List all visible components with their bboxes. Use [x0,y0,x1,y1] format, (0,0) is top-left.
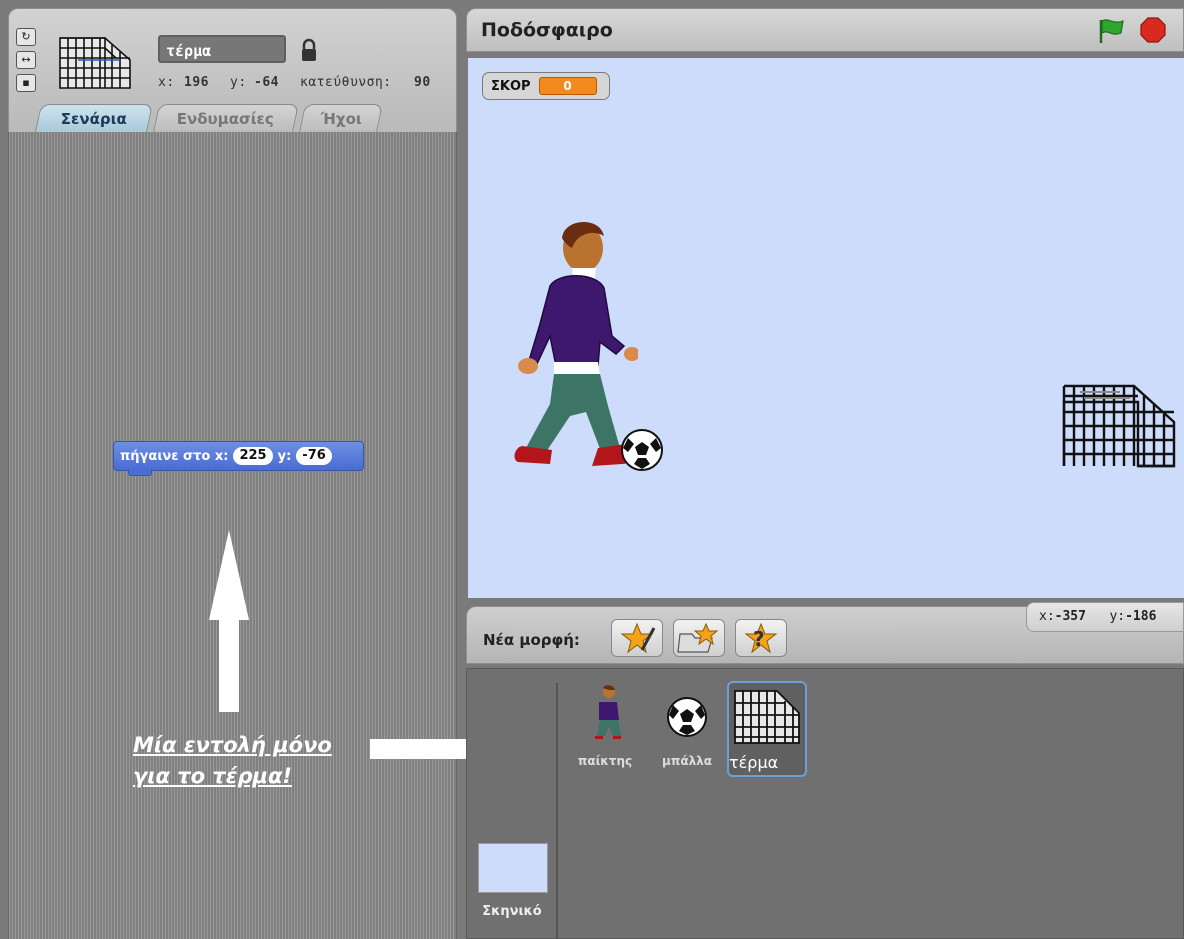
project-title: Ποδόσφαιρο [481,19,613,41]
sprite-y-label: y: [230,75,247,90]
surprise-sprite-icon: ? [744,622,778,654]
tab-sounds-label: Ήχοι [320,110,362,128]
mouse-y-label: y: [1109,609,1126,624]
corral-divider [556,683,558,939]
stage-backdrop-label: Σκηνικό [482,904,542,919]
mouse-x-value: -357 [1054,609,1086,624]
sprite-tile-ball[interactable]: μπάλλα [651,684,723,774]
green-flag-icon[interactable] [1095,17,1127,45]
tab-costumes-label: Ενδυμασίες [177,110,275,128]
ball-sprite[interactable] [620,428,664,472]
stage-backdrop-thumbnail[interactable] [478,843,548,893]
rotate-icon[interactable]: ↻ [16,28,36,46]
tab-scripts-label: Σενάρια [60,110,127,128]
stop-icon[interactable] [1139,16,1167,44]
annotation-note: Μία εντολή μόνο για το τέρμα! [133,730,363,788]
sprite-direction-label: κατεύθυνση: [300,75,392,90]
choose-sprite-icon [677,622,719,653]
flip-icon[interactable]: ↔ [16,51,36,69]
sprite-direction-value: 90 [414,75,431,90]
stage[interactable]: ΣΚΟΡ 0 [468,58,1184,598]
paint-sprite-button[interactable] [611,619,663,657]
no-rotate-icon[interactable]: ▪ [16,74,36,92]
arrow-up-icon [209,530,249,712]
goto-xy-block[interactable]: πήγαινε στο x: 225 y: -76 [113,441,364,476]
goto-x-input[interactable]: 225 [233,447,273,465]
sprite-tile-player[interactable]: παίκτης [569,684,641,774]
mouse-position-readout: x:-357 y:-186 [1026,602,1184,632]
annotation-line-1: Μία εντολή μόνο [133,733,332,757]
lock-icon[interactable] [300,38,318,62]
tab-costumes[interactable]: Ενδυμασίες [153,104,299,132]
goal-sprite[interactable] [1060,382,1178,470]
sprite-x-label: x: [158,75,175,90]
choose-sprite-button[interactable] [673,619,725,657]
paint-sprite-icon [620,622,656,654]
goal-thumbnail [734,690,800,744]
player-thumbnail [595,685,621,739]
goto-block-prefix: πήγαινε στο x: [120,448,229,464]
annotation-line-2: για το τέρμα! [133,764,292,788]
new-sprite-label: Νέα μορφή: [483,631,580,649]
goto-block-mid: y: [277,448,292,464]
sprite-x-value: 196 [184,75,209,90]
score-value: 0 [538,77,597,95]
goto-y-input[interactable]: -76 [296,447,332,465]
svg-text:?: ? [753,627,765,651]
sprite-tile-player-label: παίκτης [577,754,633,768]
sprite-tile-goal-label: τέρμα [729,753,779,772]
player-sprite[interactable] [488,216,638,482]
mouse-x-label: x: [1039,609,1055,624]
score-monitor[interactable]: ΣΚΟΡ 0 [482,72,610,100]
score-label: ΣΚΟΡ [491,78,531,94]
sprite-name-field[interactable]: τέρμα [158,35,286,63]
stage-header: Ποδόσφαιρο [466,8,1184,52]
mouse-y-value: -186 [1125,609,1157,624]
current-sprite-thumbnail [59,37,131,89]
block-notch [128,469,152,476]
sprite-y-value: -64 [254,75,279,90]
sprite-tile-goal[interactable]: τέρμα [727,681,807,777]
ball-thumbnail [667,697,707,737]
tab-scripts[interactable]: Σενάρια [35,104,153,132]
surprise-sprite-button[interactable]: ? [735,619,787,657]
sprite-tile-ball-label: μπάλλα [662,754,712,768]
tab-sounds[interactable]: Ήχοι [299,104,383,132]
